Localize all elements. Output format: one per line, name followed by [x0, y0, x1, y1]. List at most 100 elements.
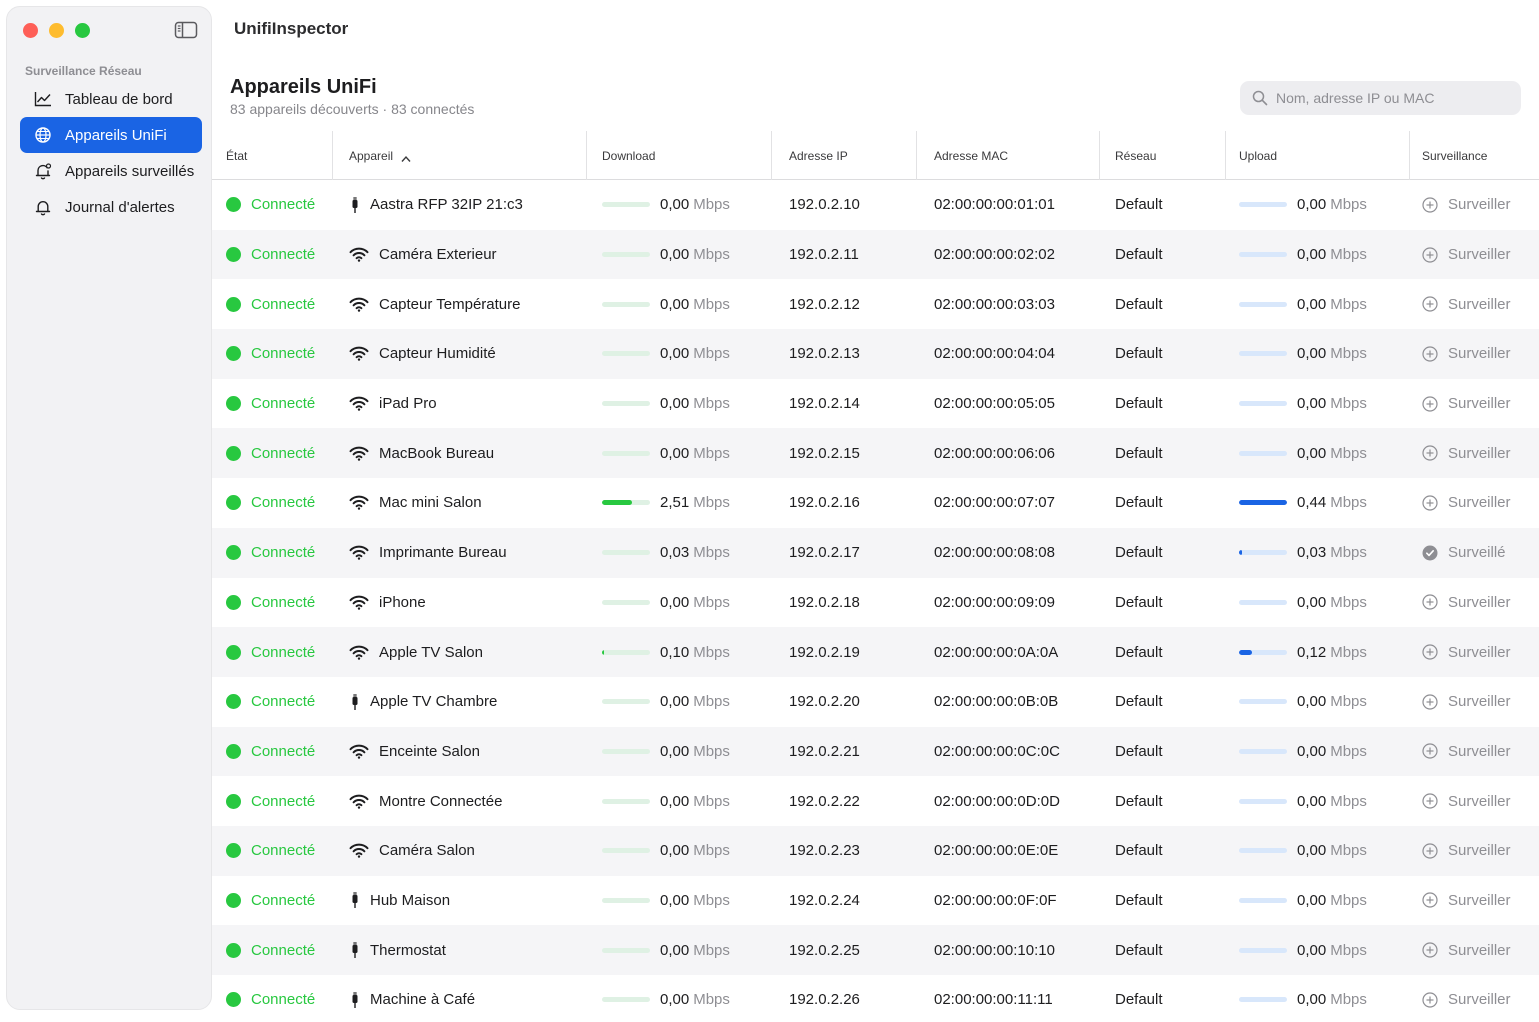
column-header-device[interactable]: Appareil: [333, 131, 587, 180]
upload-bar: [1239, 798, 1287, 804]
monitor-button[interactable]: Surveiller: [1410, 925, 1539, 975]
monitor-button[interactable]: Surveiller: [1410, 677, 1539, 727]
table-row[interactable]: Connecté Apple TV Salon 0,10 Mbps 192.0.2.19…: [212, 627, 1539, 677]
download-bar: [602, 500, 650, 506]
table-row[interactable]: Connecté Caméra Exterieur 0,00 Mbps 192.0.2.…: [212, 229, 1539, 280]
ethernet-plug-icon: [349, 892, 361, 909]
download-cell: 0,00 Mbps: [587, 279, 772, 329]
upload-cell: 0,00 Mbps: [1226, 379, 1410, 429]
mac-address: 02:00:00:00:0A:0A: [934, 643, 1059, 661]
table-row[interactable]: Connecté Mac mini Salon 2,51 Mbps 192.0.2.16…: [212, 478, 1539, 528]
close-window-button[interactable]: [23, 23, 38, 38]
monitor-button[interactable]: Surveiller: [1410, 230, 1539, 280]
download-value: 0,00: [660, 842, 690, 860]
monitor-button[interactable]: Surveiller: [1410, 329, 1539, 379]
download-cell: 0,00 Mbps: [587, 826, 772, 876]
monitor-button[interactable]: Surveiller: [1410, 279, 1539, 329]
column-header-ip[interactable]: Adresse IP: [772, 131, 917, 180]
device-cell: Capteur Humidité: [333, 329, 587, 379]
monitor-label: Surveiller: [1448, 842, 1511, 860]
monitor-button[interactable]: Surveiller: [1410, 876, 1539, 926]
table-row[interactable]: Connecté MacBook Bureau 0,00 Mbps 192.0.2.15…: [212, 428, 1539, 479]
sidebar-section-label: Surveillance Réseau: [25, 64, 142, 78]
monitored-status[interactable]: Surveillé: [1410, 528, 1539, 578]
monitor-button[interactable]: Surveiller: [1410, 180, 1539, 230]
table-row[interactable]: Connecté Apple TV Chambre 0,00 Mbps 192.0.2.…: [212, 677, 1539, 727]
table-row[interactable]: Connecté Machine à Café 0,00 Mbps 192.0.2.26…: [212, 975, 1539, 1022]
upload-cell: 0,00 Mbps: [1226, 776, 1410, 826]
table-row[interactable]: Connecté Montre Connectée 0,00 Mbps 192.0.2.…: [212, 776, 1539, 826]
monitor-label: Surveiller: [1448, 991, 1511, 1009]
table-row[interactable]: Connecté Enceinte Salon 0,00 Mbps 192.0.2.21…: [212, 726, 1539, 777]
search-input[interactable]: [1276, 90, 1506, 106]
window-controls: [23, 23, 90, 38]
table-row[interactable]: Connecté Thermostat 0,00 Mbps 192.0.2.25 02:0…: [212, 925, 1539, 975]
device-cell: Caméra Exterieur: [333, 230, 587, 280]
status-label: Connecté: [251, 494, 316, 512]
download-value: 0,00: [660, 196, 690, 214]
monitor-button[interactable]: Surveiller: [1410, 975, 1539, 1022]
download-unit: Mbps: [693, 345, 730, 363]
monitor-button[interactable]: Surveiller: [1410, 578, 1539, 628]
zoom-window-button[interactable]: [75, 23, 90, 38]
column-header-upload[interactable]: Upload: [1226, 131, 1410, 180]
ethernet-plug-icon: [349, 196, 361, 213]
upload-unit: Mbps: [1330, 742, 1367, 760]
monitor-button[interactable]: Surveiller: [1410, 627, 1539, 677]
upload-cell: 0,00 Mbps: [1226, 180, 1410, 230]
sidebar-item-unifi-devices[interactable]: Appareils UniFi: [20, 117, 202, 153]
upload-value: 0,00: [1297, 196, 1327, 214]
download-value: 0,10: [660, 643, 690, 661]
table-row[interactable]: Connecté Imprimante Bureau 0,03 Mbps 192.0.2…: [212, 527, 1539, 578]
device-cell: iPhone: [333, 578, 587, 628]
network-name: Default: [1115, 593, 1163, 611]
monitor-button[interactable]: Surveiller: [1410, 428, 1539, 478]
table-row[interactable]: Connecté Aastra RFP 32IP 21:c3 0,00 Mbps 192…: [212, 180, 1539, 230]
column-header-monitoring[interactable]: Surveillance: [1410, 131, 1539, 180]
network-name: Default: [1115, 246, 1163, 264]
status-dot: [226, 843, 241, 859]
column-header-download[interactable]: Download: [587, 131, 772, 180]
upload-cell: 0,00 Mbps: [1226, 230, 1410, 280]
upload-cell: 0,00 Mbps: [1226, 925, 1410, 975]
upload-cell: 0,03 Mbps: [1226, 528, 1410, 578]
download-unit: Mbps: [693, 991, 730, 1009]
network-cell: Default: [1100, 180, 1226, 230]
monitor-button[interactable]: Surveiller: [1410, 478, 1539, 528]
checkmark-circle-icon: [1422, 545, 1438, 561]
monitor-button[interactable]: Surveiller: [1410, 379, 1539, 429]
table-row[interactable]: Connecté Capteur Température 0,00 Mbps 192.0…: [212, 279, 1539, 329]
device-cell: MacBook Bureau: [333, 428, 587, 478]
search-field[interactable]: [1240, 81, 1521, 115]
sidebar-toggle-icon[interactable]: [174, 21, 198, 39]
upload-bar: [1239, 897, 1287, 903]
table-row[interactable]: Connecté Caméra Salon 0,00 Mbps 192.0.2.23 02…: [212, 825, 1539, 876]
monitor-button[interactable]: Surveiller: [1410, 776, 1539, 826]
download-bar: [602, 351, 650, 357]
sidebar-item-label: Journal d'alertes: [65, 198, 175, 216]
download-bar: [602, 997, 650, 1003]
sidebar-item-monitored-devices[interactable]: Appareils surveillés: [20, 153, 202, 189]
sidebar-item-dashboard[interactable]: Tableau de bord: [20, 81, 202, 117]
download-cell: 0,00 Mbps: [587, 776, 772, 826]
device-name: Enceinte Salon: [379, 742, 480, 760]
column-header-network[interactable]: Réseau: [1100, 131, 1226, 180]
table-row[interactable]: Connecté Hub Maison 0,00 Mbps 192.0.2.24 02:0…: [212, 876, 1539, 926]
monitor-button[interactable]: Surveiller: [1410, 727, 1539, 777]
upload-bar: [1239, 252, 1287, 258]
download-cell: 0,00 Mbps: [587, 975, 772, 1022]
column-header-status[interactable]: État: [212, 131, 333, 180]
monitor-button[interactable]: Surveiller: [1410, 826, 1539, 876]
minimize-window-button[interactable]: [49, 23, 64, 38]
mac-cell: 02:00:00:00:03:03: [917, 279, 1100, 329]
ip-cell: 192.0.2.16: [772, 478, 917, 528]
sidebar-item-alert-log[interactable]: Journal d'alertes: [20, 189, 202, 225]
table-row[interactable]: Connecté iPad Pro 0,00 Mbps 192.0.2.14 02:00:…: [212, 379, 1539, 429]
table-row[interactable]: Connecté iPhone 0,00 Mbps 192.0.2.18 02:00:00…: [212, 578, 1539, 628]
download-cell: 0,00 Mbps: [587, 677, 772, 727]
download-bar: [602, 848, 650, 854]
page-subtitle: 83 appareils découverts · 83 connectés: [230, 101, 475, 117]
download-cell: 0,00 Mbps: [587, 876, 772, 926]
column-header-mac[interactable]: Adresse MAC: [917, 131, 1100, 180]
table-row[interactable]: Connecté Capteur Humidité 0,00 Mbps 192.0.2.…: [212, 329, 1539, 379]
